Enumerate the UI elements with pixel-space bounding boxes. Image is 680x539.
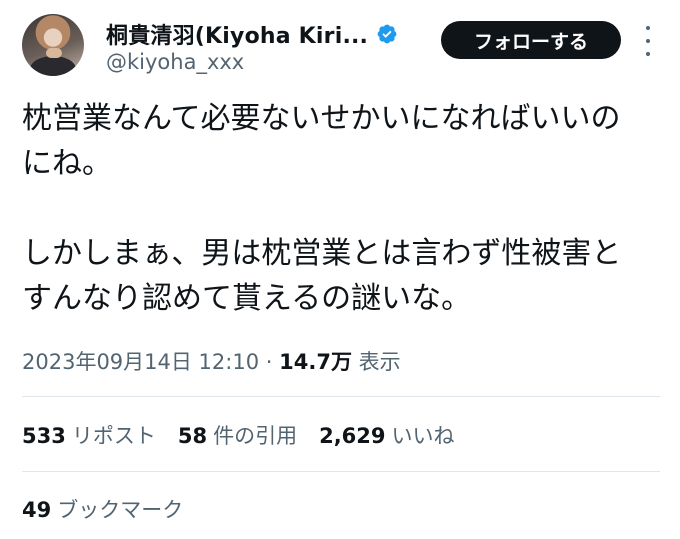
repost-count: 533 [22, 424, 66, 448]
avatar-hand [46, 48, 62, 58]
tweet-paragraph-gap [22, 186, 662, 231]
view-count: 14.7万 [279, 350, 352, 374]
verified-badge-icon [377, 24, 397, 44]
repost-label: リポスト [71, 424, 156, 448]
tweet-line: しかしまぁ、男は枕営業とは言わず性被害と [22, 236, 622, 271]
name-row: 桐貴清羽(Kiyoha Kiri... [106, 18, 398, 50]
tweet-line: 枕営業なんて必要ないせかいになればいいの [22, 101, 621, 136]
like-count: 2,629 [319, 424, 386, 448]
more-options-icon[interactable] [640, 26, 656, 56]
avatar[interactable] [22, 14, 84, 76]
tweet-line: すんなり認めて貰えるの謎いな。 [22, 281, 472, 316]
author-display-name[interactable]: 桐貴清羽(Kiyoha Kiri... [106, 18, 368, 50]
tweet-line: にね。 [22, 146, 112, 181]
like-label: いいね [391, 424, 455, 448]
quote-label: 件の引用 [213, 424, 298, 448]
quote-stat[interactable]: 58 件の引用 [178, 420, 297, 450]
bookmark-stat[interactable]: 49 ブックマーク [22, 494, 183, 524]
quote-count: 58 [177, 424, 208, 448]
like-stat[interactable]: 2,629 いいね [319, 420, 454, 450]
divider [22, 471, 660, 472]
bookmark-label: ブックマーク [57, 498, 184, 522]
view-label: 表示 [358, 350, 401, 374]
author-handle[interactable]: @kiyoha_xxx [106, 50, 244, 74]
divider [22, 396, 660, 397]
avatar-shirt [30, 56, 76, 76]
repost-stat[interactable]: 533 リポスト [22, 420, 156, 450]
follow-button[interactable]: フォローする [441, 21, 621, 59]
tweet-text: 枕営業なんて必要ないせかいになればいいの にね。 しかしまぁ、男は枕営業とは言わ… [22, 96, 662, 321]
tweet-datetime[interactable]: 2023年09月14日 12:10 [22, 350, 259, 374]
engagement-stats: 533 リポスト 58 件の引用 2,629 いいね [22, 420, 455, 450]
more-dot [646, 52, 650, 56]
more-dot [646, 39, 650, 43]
meta-separator: · [265, 350, 273, 374]
bookmark-count: 49 [22, 498, 52, 522]
tweet-header: 桐貴清羽(Kiyoha Kiri... @kiyoha_xxx フォローする [0, 0, 680, 90]
more-dot [646, 26, 650, 30]
tweet-meta: 2023年09月14日 12:10 · 14.7万 表示 [22, 346, 401, 376]
